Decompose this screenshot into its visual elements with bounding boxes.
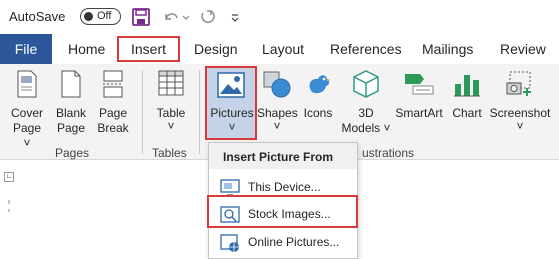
online-pictures-icon: [220, 234, 239, 252]
blank-page-icon: [61, 70, 81, 98]
chart-icon: [454, 75, 480, 97]
3d-cube-icon: [353, 70, 379, 98]
group-separator: [199, 70, 200, 154]
group-separator: [142, 70, 143, 154]
smartart-label: SmartArt: [395, 106, 443, 120]
redo-icon[interactable]: [198, 7, 216, 27]
insert-highlight-box: [117, 36, 180, 62]
icons-button[interactable]: Icons: [300, 64, 336, 144]
tab-mailings[interactable]: Mailings: [422, 41, 473, 57]
cover-page-icon: [17, 70, 37, 98]
blank-page-label-1: Blank: [55, 106, 87, 120]
smartart-icon: [405, 74, 434, 95]
shapes-button[interactable]: Shapes ˅: [257, 64, 298, 144]
blank-page-button[interactable]: Blank Page: [53, 64, 89, 144]
icons-icon: [309, 75, 331, 94]
table-icon: [158, 70, 184, 96]
table-button[interactable]: Table ˅: [150, 64, 192, 144]
tab-layout[interactable]: Layout: [262, 41, 304, 57]
menu-header: Insert Picture From: [209, 143, 357, 169]
shapes-dropdown-icon: ˅: [273, 119, 281, 133]
group-label-illustrations: ustrations: [362, 146, 415, 160]
autosave-toggle[interactable]: Off: [80, 8, 121, 25]
tab-file[interactable]: File: [0, 34, 52, 64]
screenshot-dropdown-icon: ˅: [516, 119, 524, 133]
customize-qat-icon[interactable]: [230, 7, 240, 27]
pictures-highlight-box: [205, 66, 257, 140]
blank-page-label-2: Page: [56, 121, 86, 135]
page-break-button[interactable]: Page Break: [95, 64, 131, 144]
page-break-label-2: Break: [97, 121, 129, 135]
tab-review[interactable]: Review: [500, 41, 546, 57]
tab-home[interactable]: Home: [68, 41, 105, 57]
ribbon-tabs: File Home Insert Design Layout Reference…: [0, 34, 559, 64]
tab-design[interactable]: Design: [194, 41, 238, 57]
shapes-icon: [263, 71, 291, 98]
undo-dropdown-icon[interactable]: [182, 7, 190, 27]
autosave-label: AutoSave: [9, 9, 66, 24]
cover-page-label-line2: Page ˅: [12, 121, 42, 150]
toggle-knob: [84, 12, 93, 21]
page-break-icon: [103, 70, 123, 98]
tab-stop-selector[interactable]: ∟: [4, 172, 14, 182]
3d-models-label-2: Models: [341, 121, 381, 135]
chart-label: Chart: [452, 106, 482, 120]
page-break-label-1: Page: [98, 106, 128, 120]
3d-models-label-line2: Models ˅: [341, 121, 391, 135]
chart-button[interactable]: Chart: [448, 64, 486, 144]
cover-page-button[interactable]: Cover Page ˅: [8, 64, 46, 150]
menu-item-online-pictures[interactable]: Online Pictures...: [209, 229, 357, 255]
icons-label: Icons: [303, 106, 333, 120]
undo-icon[interactable]: [162, 7, 180, 27]
title-bar: AutoSave Off: [0, 0, 559, 34]
smartart-button[interactable]: SmartArt: [392, 64, 446, 144]
screenshot-icon: [506, 71, 531, 96]
3d-models-button[interactable]: 3D Models ˅: [338, 64, 394, 144]
stock-images-highlight-box: [207, 195, 358, 228]
cover-page-label-1: Cover: [10, 106, 43, 120]
screenshot-button[interactable]: Screenshot ˅: [487, 64, 553, 144]
group-label-tables: Tables: [152, 146, 187, 160]
save-icon[interactable]: [132, 7, 150, 27]
tab-references[interactable]: References: [330, 41, 402, 57]
online-pictures-label: Online Pictures...: [248, 235, 340, 249]
table-dropdown-icon: ˅: [167, 119, 175, 133]
vertical-ruler: [8, 200, 10, 212]
this-device-label: This Device...: [248, 180, 321, 194]
3d-models-label-1: 3D: [358, 106, 374, 120]
group-label-pages: Pages: [55, 146, 90, 160]
cover-page-label-2: Page: [12, 121, 42, 135]
toggle-state: Off: [97, 10, 112, 22]
